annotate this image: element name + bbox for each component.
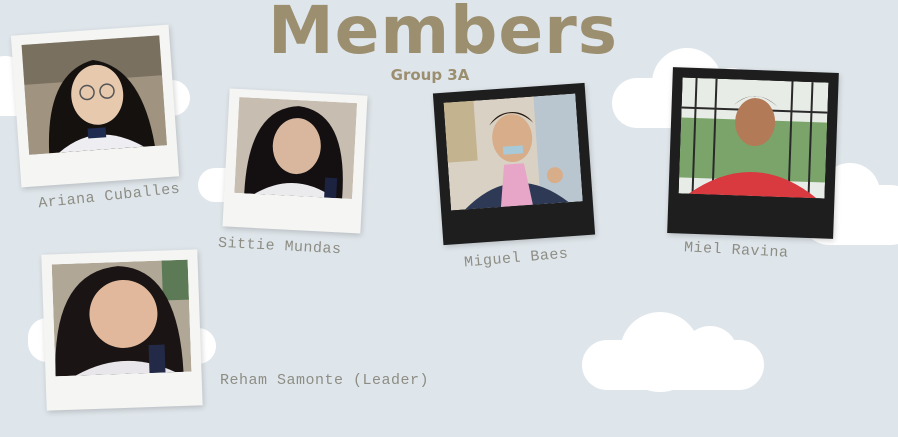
member-photo bbox=[678, 77, 829, 199]
member-photo bbox=[443, 93, 583, 211]
member-photo-frame bbox=[667, 67, 839, 239]
member-photo-frame bbox=[41, 249, 203, 411]
member-name: Ariana Cuballes bbox=[37, 180, 182, 213]
member-photo bbox=[21, 35, 167, 155]
member-photo bbox=[234, 96, 358, 200]
member-photo-frame bbox=[222, 88, 368, 234]
page-title: Members bbox=[267, 0, 619, 69]
member-photo-frame bbox=[10, 24, 180, 188]
cloud-decoration bbox=[582, 312, 764, 392]
page-subtitle: Group 3A bbox=[390, 66, 470, 84]
member-name: Reham Samonte (Leader) bbox=[220, 372, 430, 389]
member-name: Miguel Baes bbox=[463, 245, 570, 272]
member-name: Sittie Mundas bbox=[217, 234, 342, 259]
member-photo bbox=[51, 259, 192, 377]
member-name: Miel Ravina bbox=[683, 239, 789, 262]
member-photo-frame bbox=[432, 82, 596, 246]
